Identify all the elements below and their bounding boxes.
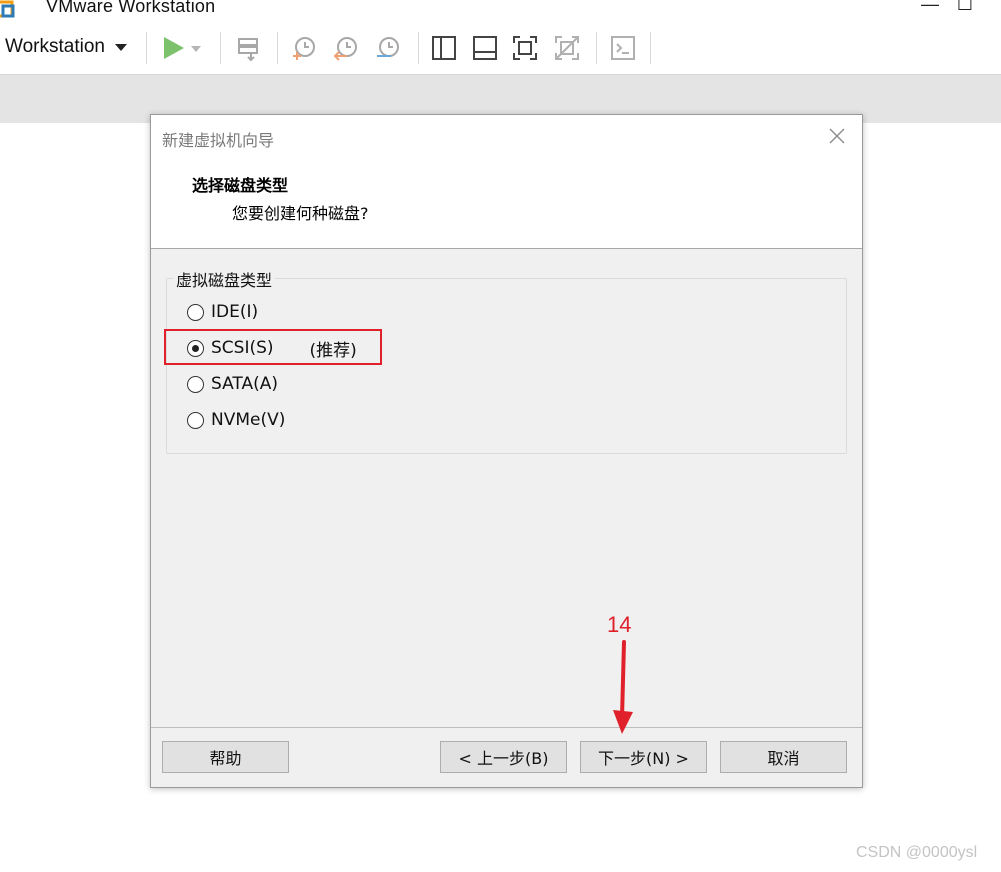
radio-button-nvme[interactable] (187, 411, 204, 429)
dropdown-arrow-icon[interactable] (188, 34, 204, 62)
send-keys-icon[interactable] (235, 34, 263, 62)
title-bar: VMware Workstation — ☐ (0, 0, 1001, 22)
snapshot-manager-icon[interactable] (374, 34, 402, 62)
toolbar-separator (146, 32, 147, 64)
new-vm-wizard-dialog: 新建虚拟机向导 选择磁盘类型 您要创建何种磁盘? 虚拟磁盘类型 IDE(I) S… (150, 114, 863, 788)
next-button[interactable]: 下一步(N) > (580, 741, 707, 773)
radio-label-ide: IDE(I) (211, 302, 259, 322)
console-view-icon[interactable] (609, 34, 637, 62)
toolbar-separator (596, 32, 597, 64)
sidebar-toggle-icon[interactable] (430, 34, 458, 62)
toolbar-separator (220, 32, 221, 64)
workstation-menu-label: Workstation (5, 36, 105, 57)
page-heading: 选择磁盘类型 (192, 176, 289, 195)
radio-ide[interactable]: IDE(I) (187, 300, 258, 324)
workstation-menu[interactable]: Workstation (5, 36, 127, 58)
unity-icon[interactable] (553, 34, 581, 62)
radio-button-sata[interactable] (187, 375, 204, 393)
fullscreen-icon[interactable] (511, 34, 539, 62)
toolbar: Workstation (0, 22, 1001, 75)
page-subheading: 您要创建何种磁盘? (232, 204, 369, 223)
disk-type-group-label: 虚拟磁盘类型 (173, 267, 276, 291)
dialog-header: 新建虚拟机向导 选择磁盘类型 您要创建何种磁盘? (151, 115, 862, 249)
toolbar-separator (650, 32, 651, 64)
thumbnail-bar-icon[interactable] (471, 34, 499, 62)
snapshot-take-icon[interactable] (290, 34, 318, 62)
chevron-down-icon (114, 43, 127, 51)
footer-divider (151, 727, 862, 728)
maximize-button[interactable]: ☐ (953, 0, 977, 15)
radio-label-sata: SATA(A) (211, 374, 279, 394)
radio-label-nvme: NVMe(V) (211, 410, 286, 430)
back-button[interactable]: < 上一步(B) (440, 741, 567, 773)
play-icon[interactable] (160, 34, 188, 62)
arrow-down-icon (613, 640, 633, 734)
watermark: CSDN @0000ysl (856, 844, 978, 861)
dialog-title: 新建虚拟机向导 (162, 131, 275, 150)
radio-button-ide[interactable] (187, 303, 204, 321)
cancel-button[interactable]: 取消 (720, 741, 847, 773)
help-button[interactable]: 帮助 (162, 741, 289, 773)
minimize-button[interactable]: — (918, 0, 942, 15)
highlight-annotation-box (164, 329, 382, 365)
step-number-annotation: 14 (607, 612, 632, 637)
window-title: VMware Workstation (46, 0, 216, 16)
toolbar-separator (418, 32, 419, 64)
vmware-logo-icon (0, 0, 15, 18)
radio-sata[interactable]: SATA(A) (187, 372, 278, 396)
snapshot-revert-icon[interactable] (332, 34, 360, 62)
toolbar-separator (277, 32, 278, 64)
close-icon[interactable] (827, 126, 847, 146)
radio-nvme[interactable]: NVMe(V) (187, 408, 285, 432)
